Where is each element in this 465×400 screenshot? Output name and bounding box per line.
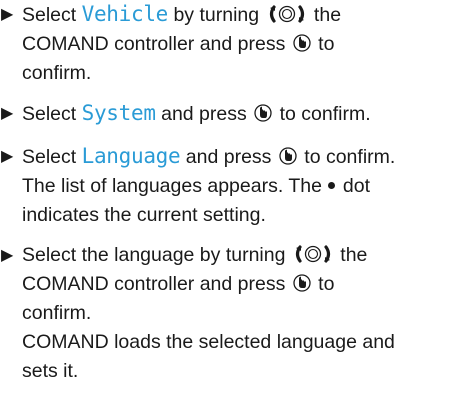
controller-turn-icon xyxy=(265,4,309,24)
controller-press-icon xyxy=(291,33,313,53)
arrow-right-icon: ▶ xyxy=(1,247,14,264)
keyword-vehicle: Vehicle xyxy=(81,2,169,26)
step-select-the-language: ▶ Select the language by turning the COM… xyxy=(0,241,455,386)
keyword-system: System xyxy=(81,101,156,125)
step-text: Select the language by turning the COMAN… xyxy=(22,244,395,382)
controller-press-icon xyxy=(291,273,313,293)
bullet-dot-icon xyxy=(327,182,335,189)
controller-press-icon xyxy=(277,146,299,166)
controller-press-icon xyxy=(252,103,274,123)
instruction-page: ▶ Select Vehicle by turning the COMAND c… xyxy=(0,0,465,400)
controller-turn-icon xyxy=(291,244,335,264)
step-text: Select Language and press to confirm. Th… xyxy=(22,144,396,226)
step-select-system: ▶ Select System and press to confirm. xyxy=(0,99,455,129)
step-select-language: ▶ Select Language and press to confirm. … xyxy=(0,142,455,230)
step-text: Select Vehicle by turning the COMAND con… xyxy=(22,2,342,84)
arrow-right-icon: ▶ xyxy=(1,6,14,23)
step-text: Select System and press to confirm. xyxy=(22,101,371,125)
arrow-right-icon: ▶ xyxy=(1,105,14,122)
step-select-vehicle: ▶ Select Vehicle by turning the COMAND c… xyxy=(0,0,455,88)
keyword-language: Language xyxy=(81,144,181,168)
arrow-right-icon: ▶ xyxy=(1,148,14,165)
